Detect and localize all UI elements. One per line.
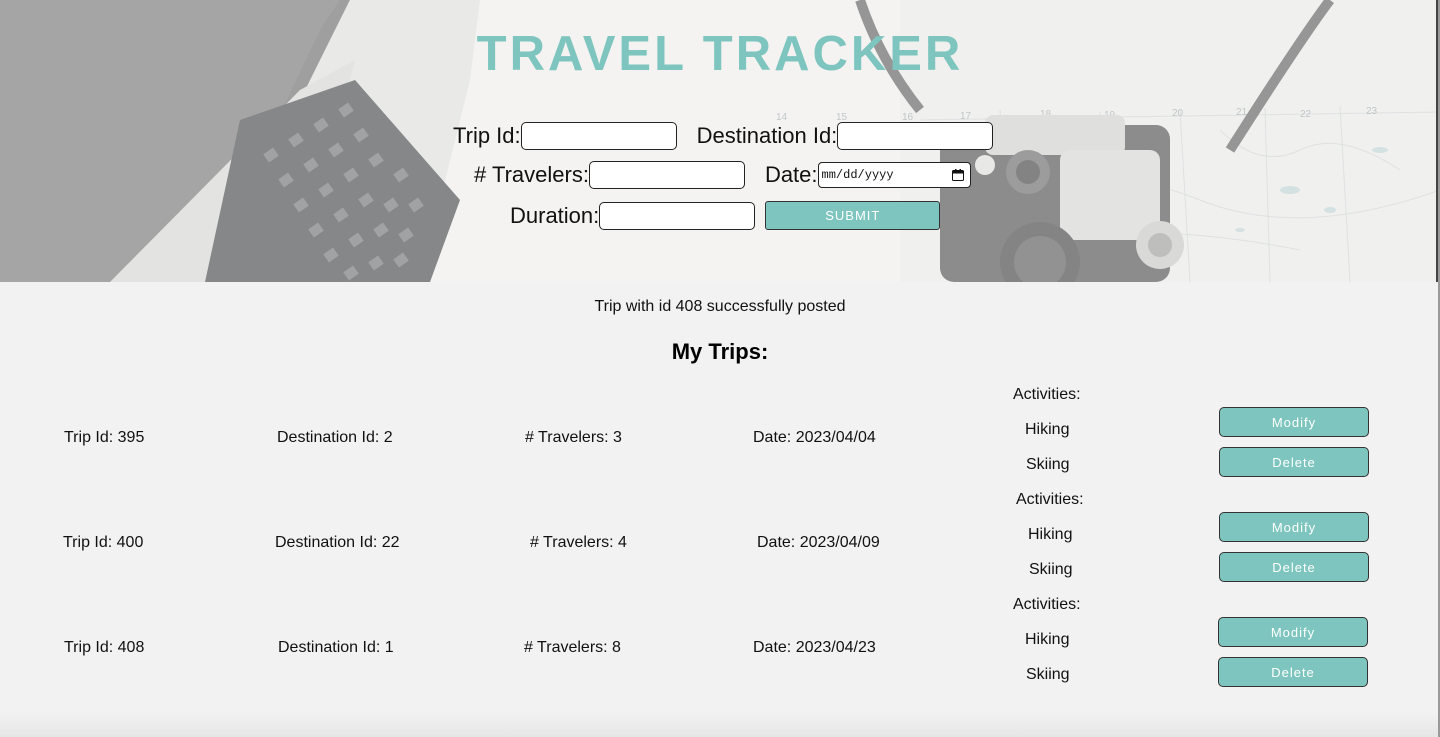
form-row-ids: Trip Id: Destination Id: bbox=[453, 122, 994, 150]
modify-button[interactable]: Modify bbox=[1219, 407, 1369, 437]
activity-item: Skiing bbox=[1026, 456, 1070, 473]
activity-item: Hiking bbox=[1028, 526, 1073, 543]
date-placeholder: mm/dd/yyyy bbox=[821, 168, 894, 182]
activity-item: Hiking bbox=[1025, 421, 1070, 438]
travelers-text: # Travelers: 8 bbox=[524, 639, 621, 656]
destination-id-text: Destination Id: 22 bbox=[275, 534, 400, 551]
activities-label: Activities: bbox=[1013, 386, 1081, 403]
activity-item: Hiking bbox=[1025, 631, 1070, 648]
app-title: TRAVEL TRACKER bbox=[476, 27, 964, 81]
hero-header: 1718 1920 2122 2316 1514 bbox=[0, 0, 1440, 282]
travelers-label: # Travelers: bbox=[474, 162, 589, 187]
modify-button[interactable]: Modify bbox=[1218, 617, 1368, 647]
destination-id-label: Destination Id: bbox=[696, 123, 838, 148]
calendar-icon[interactable] bbox=[951, 169, 964, 181]
activities-label: Activities: bbox=[1013, 596, 1081, 613]
date-text: Date: 2023/04/23 bbox=[753, 639, 876, 656]
form-row-travelers-date: # Travelers: Date: mm/dd/yyyy bbox=[474, 161, 971, 189]
date-text: Date: 2023/04/04 bbox=[753, 429, 876, 446]
modify-button[interactable]: Modify bbox=[1219, 512, 1369, 542]
date-label: Date: bbox=[764, 162, 818, 187]
travelers-text: # Travelers: 3 bbox=[525, 429, 622, 446]
activity-item: Skiing bbox=[1026, 666, 1070, 683]
duration-label: Duration: bbox=[510, 202, 600, 228]
travelers-text: # Travelers: 4 bbox=[530, 534, 627, 551]
destination-id-text: Destination Id: 2 bbox=[277, 429, 393, 446]
trip-id-input[interactable] bbox=[520, 122, 677, 150]
trip-id-text: Trip Id: 400 bbox=[63, 534, 144, 551]
my-trips-heading: My Trips: bbox=[671, 339, 769, 364]
date-input[interactable]: mm/dd/yyyy bbox=[817, 162, 971, 188]
form-row-duration: Duration: SUBMIT bbox=[510, 201, 941, 230]
delete-button[interactable]: Delete bbox=[1219, 552, 1369, 582]
bottom-shadow bbox=[0, 712, 1440, 737]
date-text: Date: 2023/04/09 bbox=[757, 534, 880, 551]
activities-label: Activities: bbox=[1016, 491, 1084, 508]
submit-button[interactable]: SUBMIT bbox=[765, 201, 941, 230]
trip-id-text: Trip Id: 408 bbox=[64, 639, 145, 656]
destination-id-input[interactable] bbox=[837, 122, 994, 150]
trip-id-text: Trip Id: 395 bbox=[64, 429, 145, 446]
delete-button[interactable]: Delete bbox=[1219, 447, 1369, 477]
travelers-input[interactable] bbox=[588, 161, 745, 189]
delete-button[interactable]: Delete bbox=[1218, 657, 1368, 687]
activity-item: Skiing bbox=[1029, 561, 1073, 578]
duration-input[interactable] bbox=[599, 201, 756, 230]
status-message: Trip with id 408 successfully posted bbox=[594, 298, 846, 315]
destination-id-text: Destination Id: 1 bbox=[278, 639, 394, 656]
trip-id-label: Trip Id: bbox=[453, 123, 521, 148]
